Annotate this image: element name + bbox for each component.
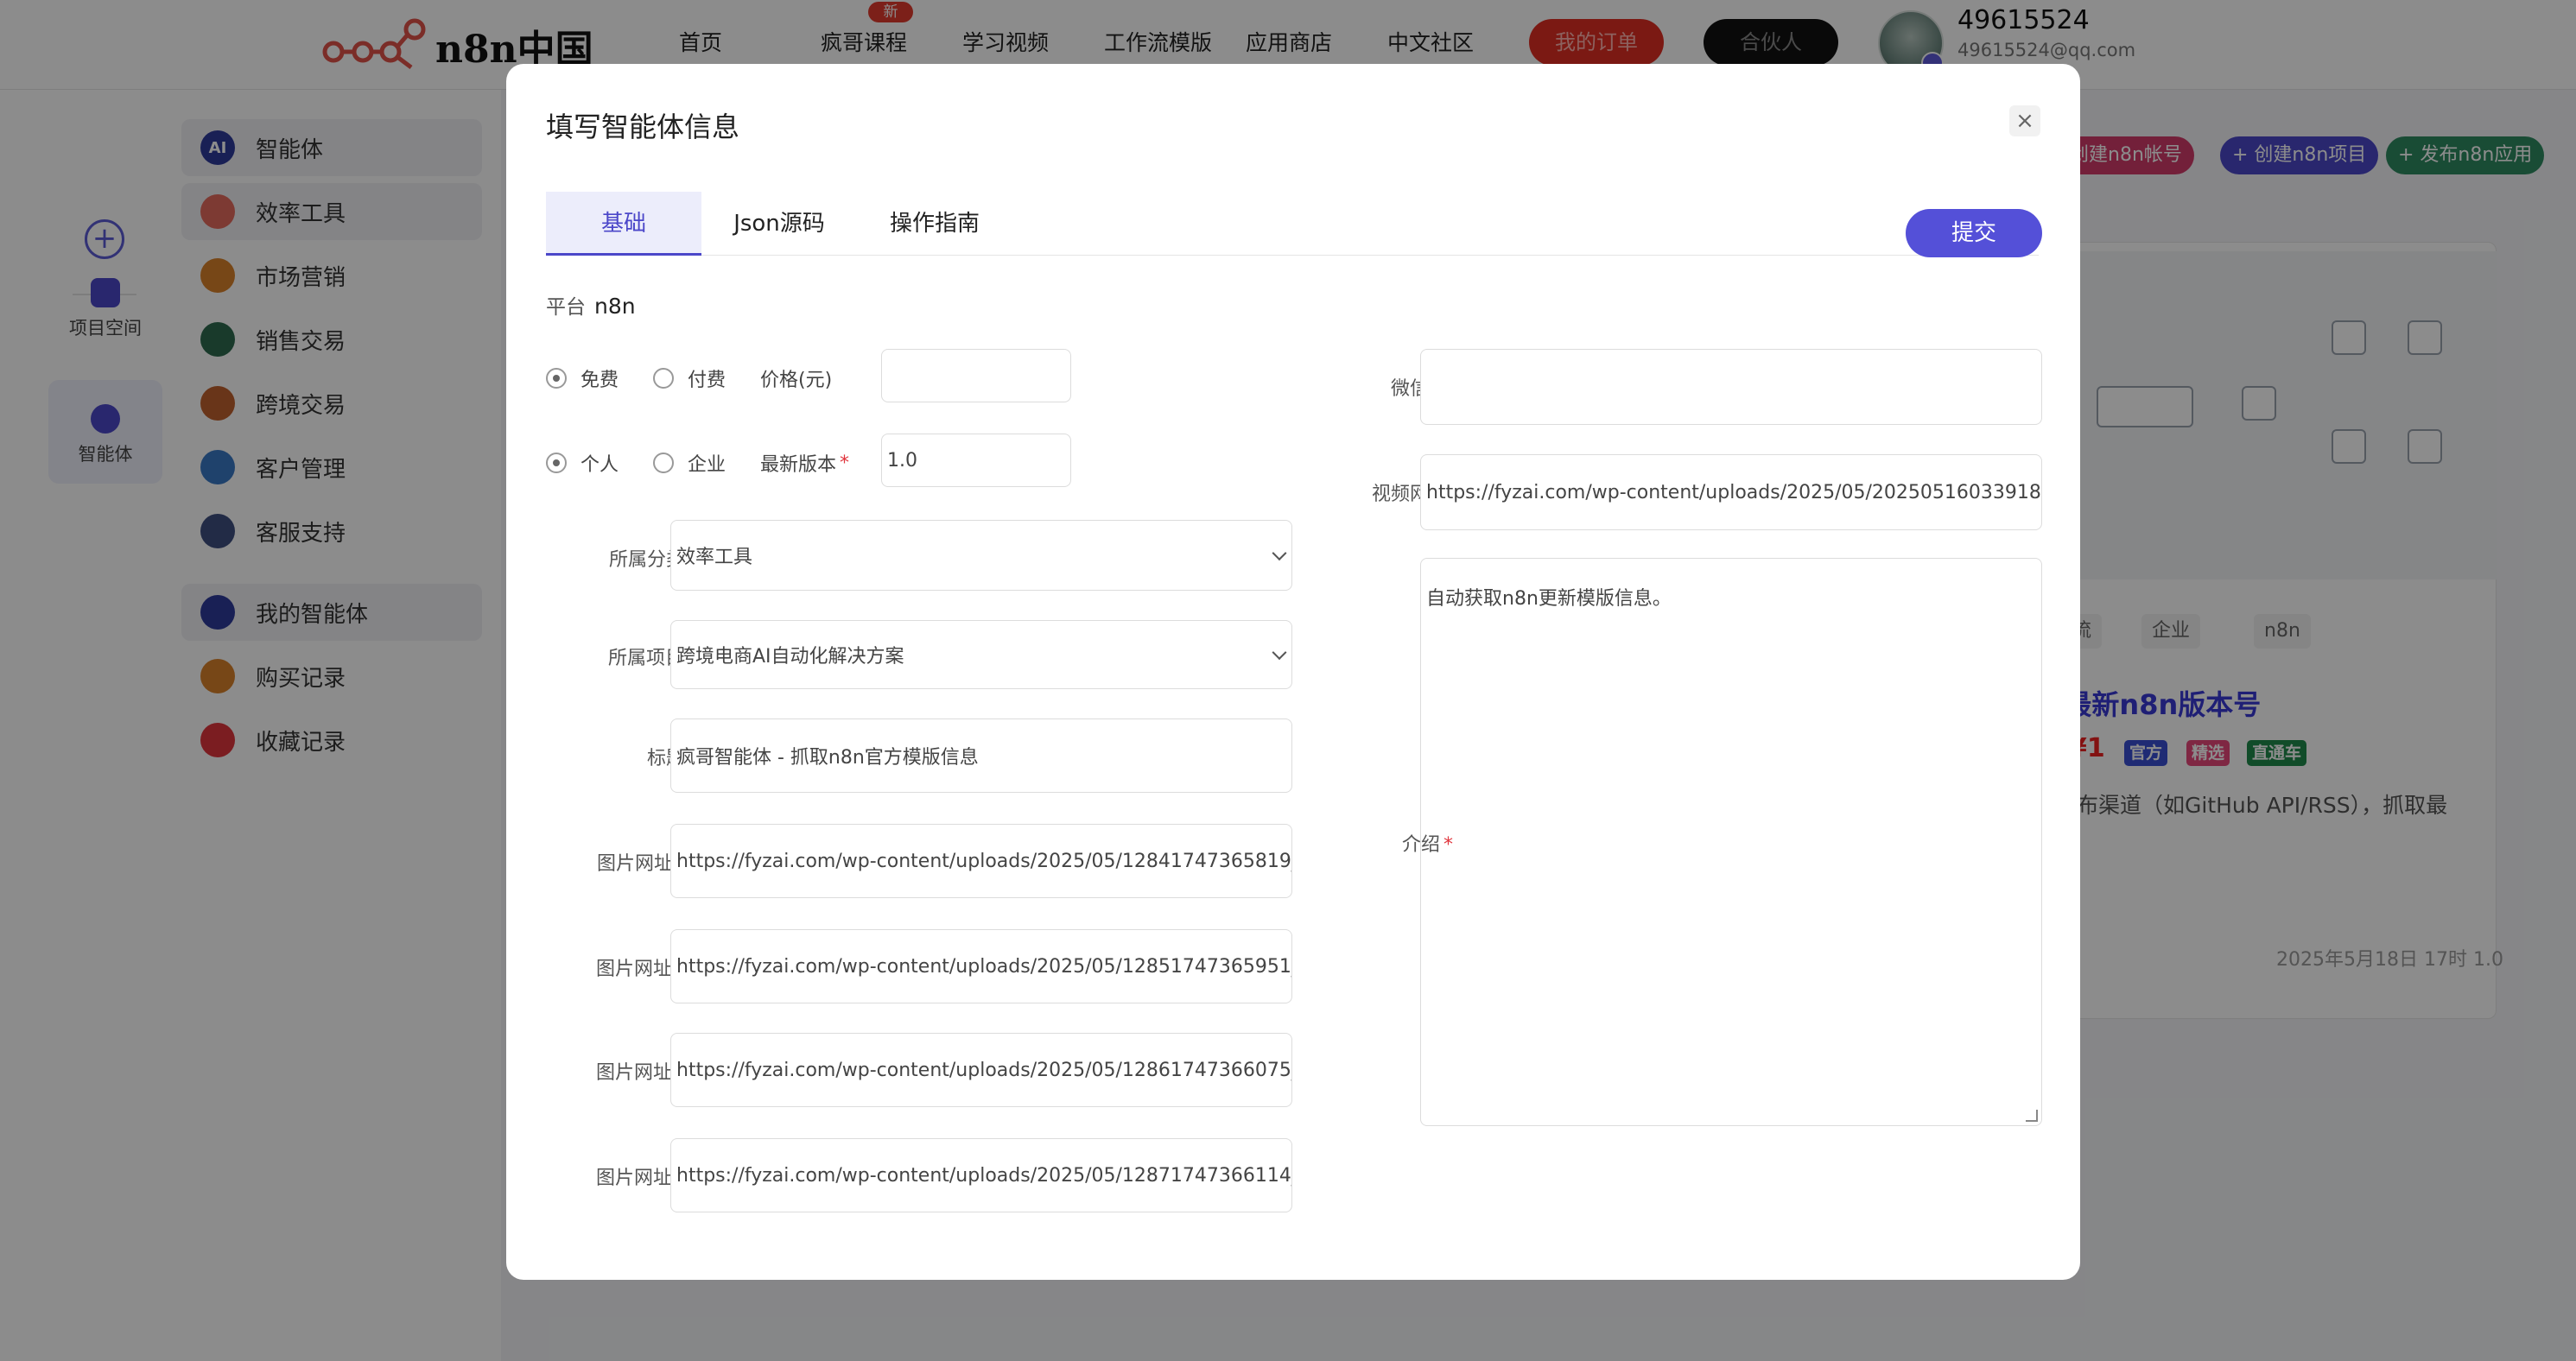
company-radio[interactable] xyxy=(653,453,675,473)
personal-label: 个人 xyxy=(581,454,619,476)
category-select-value: 效率工具 xyxy=(676,547,753,568)
required-mark: * xyxy=(840,452,850,474)
platform-row: 平台 n8n xyxy=(546,290,636,320)
price-input[interactable] xyxy=(881,349,1071,402)
platform-label: 平台 xyxy=(546,296,586,319)
image-url-2-label: 图片网址2 xyxy=(596,959,684,980)
image-url-1-input[interactable]: https://fyzai.com/wp-content/uploads/202… xyxy=(670,824,1292,898)
image-url-3-input[interactable]: https://fyzai.com/wp-content/uploads/202… xyxy=(670,1033,1292,1107)
image-url-3-label: 图片网址3 xyxy=(596,1062,684,1084)
chevron-down-icon xyxy=(1272,645,1287,661)
image-url-4-label: 图片网址4 xyxy=(596,1168,684,1189)
paid-label: 付费 xyxy=(688,370,726,391)
project-select[interactable]: 跨境电商AI自动化解决方案 xyxy=(670,620,1292,689)
ownership-radio-group: 个人 企业 最新版本 * xyxy=(546,449,849,477)
category-select[interactable]: 效率工具 xyxy=(670,520,1292,591)
title-input[interactable]: 疯哥智能体 - 抓取n8n官方模版信息 xyxy=(670,718,1292,793)
tab-basic[interactable]: 基础 xyxy=(546,192,701,256)
free-radio[interactable] xyxy=(546,368,567,389)
submit-button[interactable]: 提交 xyxy=(1906,209,2042,257)
tab-json-source[interactable]: Json源码 xyxy=(701,192,857,256)
project-label: 所属项目 xyxy=(607,648,684,669)
company-label: 企业 xyxy=(688,454,726,476)
image-url-2-input[interactable]: https://fyzai.com/wp-content/uploads/202… xyxy=(670,929,1292,1003)
paid-radio[interactable] xyxy=(653,368,675,389)
image-url-4-input[interactable]: https://fyzai.com/wp-content/uploads/202… xyxy=(670,1138,1292,1212)
intro-text: 自动获取n8n更新模版信息。 xyxy=(1426,588,1672,610)
tab-guide[interactable]: 操作指南 xyxy=(857,192,1012,256)
modal-title: 填写智能体信息 xyxy=(546,111,740,143)
pricing-radio-group: 免费 付费 价格(元) xyxy=(546,364,832,392)
price-label: 价格(元) xyxy=(760,370,833,391)
personal-radio[interactable] xyxy=(546,453,567,473)
platform-value: n8n xyxy=(594,294,636,319)
version-input[interactable]: 1.0 xyxy=(881,434,1071,487)
modal-tabs: 基础 Json源码 操作指南 xyxy=(546,192,2039,256)
intro-textarea[interactable]: 自动获取n8n更新模版信息。 xyxy=(1420,558,2042,1126)
resize-handle-icon[interactable] xyxy=(2026,1110,2038,1122)
project-select-value: 跨境电商AI自动化解决方案 xyxy=(676,646,904,668)
free-label: 免费 xyxy=(581,370,619,391)
agent-info-modal: 填写智能体信息 × 基础 Json源码 操作指南 提交 平台 n8n 免费 付费 … xyxy=(506,64,2080,1280)
version-label: 最新版本 xyxy=(760,454,837,476)
chevron-down-icon xyxy=(1272,546,1287,561)
video-url-input[interactable]: https://fyzai.com/wp-content/uploads/202… xyxy=(1420,454,2042,530)
wechat-input[interactable] xyxy=(1420,349,2042,425)
close-icon[interactable]: × xyxy=(2009,105,2040,136)
